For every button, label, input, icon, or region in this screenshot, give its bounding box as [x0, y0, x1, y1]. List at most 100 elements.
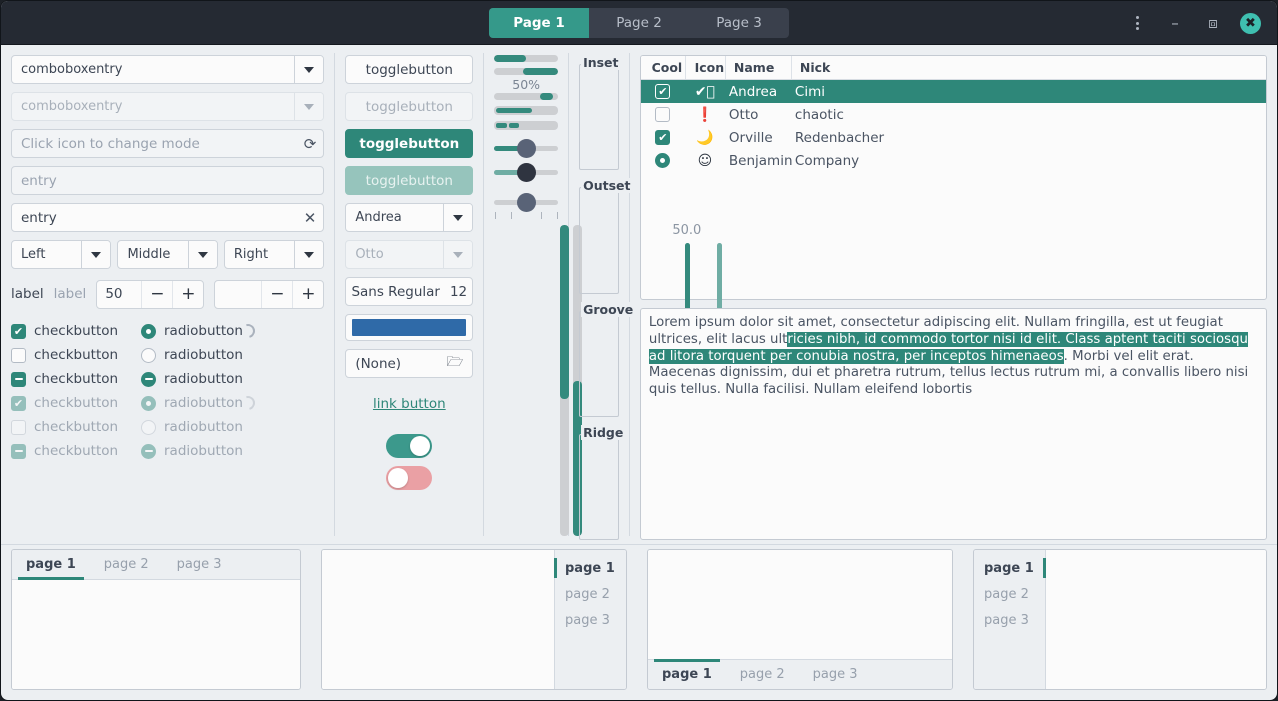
tab-page-2[interactable]: Page 2	[589, 8, 689, 38]
notebook-top-tab-3[interactable]: page 3	[163, 550, 236, 579]
spinner-icon	[238, 321, 258, 341]
notebook-right-tab-1[interactable]: page 1	[554, 555, 626, 581]
notebook-bottom-tab-3[interactable]: page 3	[799, 660, 872, 689]
combo-left[interactable]: Left	[11, 240, 112, 269]
spinbutton-empty-minus[interactable]: −	[261, 280, 292, 308]
spinbutton-plus[interactable]: +	[172, 280, 203, 308]
minimize-icon[interactable]: –	[1164, 12, 1186, 34]
comboboxentry-1[interactable]: comboboxentry	[11, 55, 325, 84]
link-button[interactable]: link button	[373, 396, 446, 412]
font-button[interactable]: Sans Regular 12	[345, 277, 474, 306]
scale-horizontal-1[interactable]	[494, 138, 559, 158]
chevron-down-icon[interactable]	[294, 241, 324, 268]
clear-entry[interactable]: entry ✕	[11, 203, 325, 232]
chevron-down-icon[interactable]	[187, 241, 217, 268]
page-tab-switcher[interactable]: Page 1 Page 2 Page 3	[489, 7, 789, 38]
column-header-icon[interactable]: Icon	[684, 56, 725, 79]
row-name: Benjamin	[728, 152, 793, 169]
spinbutton-minus[interactable]: −	[141, 280, 172, 308]
radiobutton-2[interactable]: radiobutton	[141, 347, 243, 363]
row-cool-cell[interactable]	[641, 130, 685, 145]
checkbox-icon[interactable]	[11, 347, 26, 363]
checkbutton-3[interactable]: checkbutton	[11, 371, 141, 387]
radiobutton-3[interactable]: radiobutton	[141, 371, 243, 387]
maximize-icon[interactable]: ⧈	[1202, 12, 1224, 34]
notebook-bottom-tab-2[interactable]: page 2	[726, 660, 799, 689]
checkbutton-2[interactable]: checkbutton	[11, 347, 141, 363]
switch-off[interactable]	[386, 466, 433, 490]
tab-page-1[interactable]: Page 1	[489, 7, 589, 38]
spinbutton-empty[interactable]: − +	[214, 279, 325, 309]
checkbox-icon	[11, 419, 26, 435]
comboboxentry-1-text[interactable]: comboboxentry	[12, 56, 294, 83]
level-segment	[521, 123, 532, 128]
radio-icon[interactable]	[655, 153, 671, 168]
table-row[interactable]: ☺ Benjamin Company	[641, 149, 1266, 172]
plain-entry-placeholder: entry	[21, 172, 57, 189]
vertical-scales-area: 50.0	[494, 221, 730, 540]
checkbox-icon[interactable]	[655, 130, 671, 145]
spinbutton-empty-value[interactable]	[215, 281, 261, 308]
menu-dots-icon[interactable]	[1126, 12, 1148, 34]
notebook-left-tab-3[interactable]: page 3	[974, 607, 1045, 633]
column-header-name[interactable]: Name	[724, 56, 791, 79]
refresh-icon[interactable]: ⟳	[304, 135, 317, 153]
notebook-left-tab-2[interactable]: page 2	[974, 581, 1045, 607]
notebook-bottom-tab-1[interactable]: page 1	[648, 659, 726, 689]
notebook-top-tab-1[interactable]: page 1	[12, 550, 90, 580]
color-button[interactable]	[345, 314, 474, 341]
spinbutton-value[interactable]: 50	[97, 281, 141, 308]
open-folder-icon[interactable]: 🗁	[447, 352, 464, 375]
checkbox-icon[interactable]	[655, 107, 671, 122]
radiobutton-1[interactable]: radiobutton	[141, 323, 243, 339]
notebook-bottom-tabstrip[interactable]: page 1 page 2 page 3	[648, 659, 952, 689]
notebook-right-tab-3[interactable]: page 3	[555, 607, 626, 633]
row-cool-cell[interactable]	[641, 84, 685, 99]
switch-on[interactable]	[386, 434, 433, 458]
clear-icon[interactable]: ✕	[304, 209, 317, 227]
radiobutton-5: radiobutton	[141, 419, 243, 435]
column-header-nick[interactable]: Nick	[790, 56, 1266, 79]
combo-middle[interactable]: Middle	[117, 240, 218, 269]
togglebutton-3[interactable]: togglebutton	[345, 129, 474, 158]
checkbox-icon[interactable]	[655, 84, 671, 99]
chevron-down-icon[interactable]	[81, 241, 111, 268]
combo-right[interactable]: Right	[223, 240, 325, 269]
checkbox-icon[interactable]	[11, 323, 26, 339]
notebook-top-tabstrip[interactable]: page 1 page 2 page 3	[12, 550, 300, 580]
togglebutton-1[interactable]: togglebutton	[345, 55, 474, 84]
textview[interactable]: Lorem ipsum dolor sit amet, consectetur …	[639, 308, 1267, 540]
notebook-left-tabstrip[interactable]: page 1 page 2 page 3	[974, 550, 1046, 689]
checkbutton-1[interactable]: checkbutton	[11, 323, 141, 339]
table-row[interactable]: ✔⃝ Andrea Cimi	[640, 80, 1266, 103]
notebook-top-tab-2[interactable]: page 2	[90, 550, 163, 579]
table-row[interactable]: ❗ Otto chaotic	[641, 103, 1266, 126]
chevron-down-icon[interactable]	[443, 204, 473, 231]
radio-mixed-icon[interactable]	[141, 371, 156, 387]
close-icon[interactable]: ✖	[1240, 12, 1261, 34]
combobox-name[interactable]: Andrea	[345, 203, 474, 232]
radio-icon[interactable]	[141, 347, 156, 363]
plain-entry[interactable]: entry	[11, 166, 325, 195]
notebook-left-tab-1[interactable]: page 1	[974, 555, 1046, 581]
scale-knob[interactable]	[517, 192, 537, 212]
table-row[interactable]: 🌙 Orville Redenbacher	[641, 126, 1266, 149]
scale-knob[interactable]	[517, 138, 537, 158]
radio-icon[interactable]	[141, 323, 156, 339]
mode-entry[interactable]: Click icon to change mode ⟳	[11, 129, 325, 158]
row-cool-cell[interactable]	[641, 107, 685, 122]
frame-outset-label: Outset	[581, 178, 634, 194]
file-chooser-button[interactable]: (None) 🗁	[345, 349, 474, 378]
column-header-cool[interactable]: Cool	[641, 56, 685, 79]
spinbutton-empty-plus[interactable]: +	[292, 280, 323, 308]
frame-ridge-label: Ridge	[581, 424, 627, 440]
tab-page-3[interactable]: Page 3	[689, 8, 789, 38]
treeview[interactable]: Cool Icon Name Nick ✔⃝ Andrea Cimi ❗ Ott…	[639, 55, 1267, 300]
chevron-down-icon[interactable]	[294, 56, 324, 83]
checkbox-mixed-icon[interactable]	[11, 371, 26, 387]
scale-horizontal-3[interactable]	[494, 192, 559, 212]
notebook-right-tab-2[interactable]: page 2	[555, 581, 626, 607]
spinbutton-filled[interactable]: 50 − +	[96, 279, 205, 309]
row-cool-cell[interactable]	[641, 153, 685, 168]
notebook-right-tabstrip[interactable]: page 1 page 2 page 3	[554, 550, 626, 689]
